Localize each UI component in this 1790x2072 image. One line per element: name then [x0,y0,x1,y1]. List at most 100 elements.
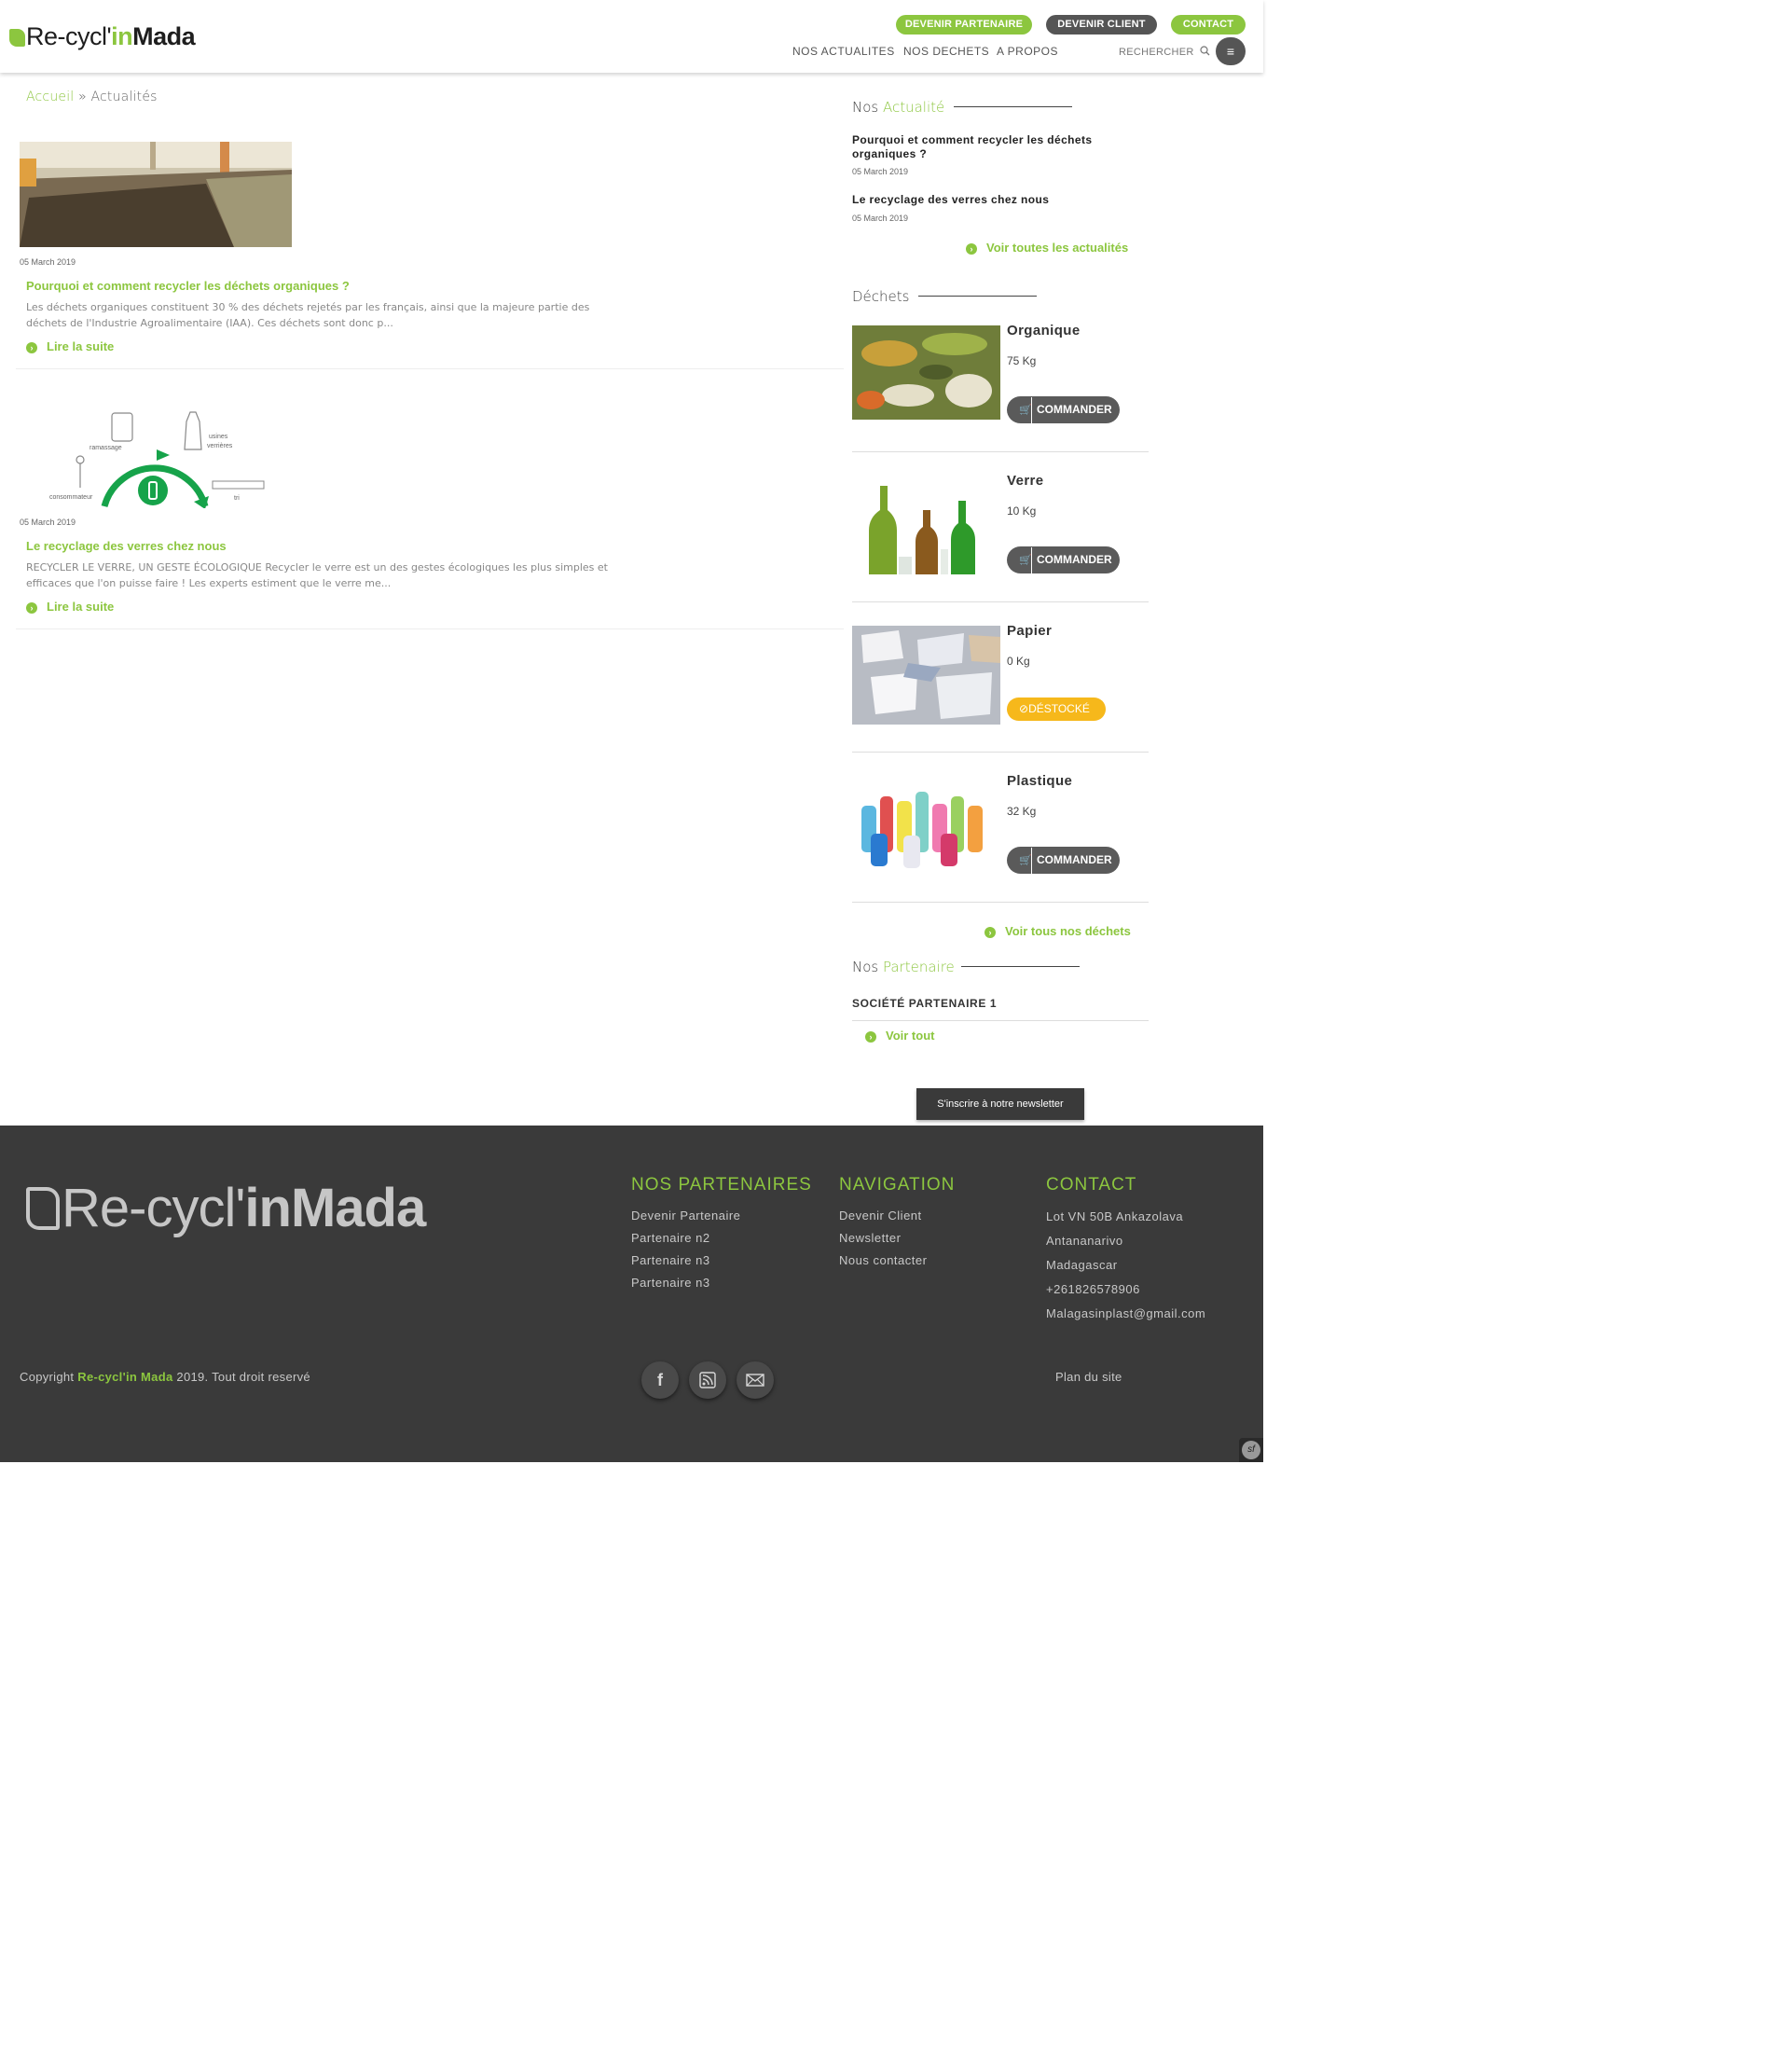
circle-arrow-right-icon: › [966,243,977,255]
facebook-button[interactable]: f [641,1361,679,1399]
all-waste-label: Voir tous nos déchets [1005,924,1131,938]
heading-prefix: Nos [852,959,883,975]
waste-divider [852,451,1149,452]
order-button[interactable]: 🛒 COMMANDER [1007,396,1120,424]
all-news-link[interactable]: › Voir toutes les actualités [966,241,1128,255]
footer-logo[interactable]: Re-cycl'inMada [26,1177,426,1239]
footer-link[interactable]: Partenaire n3 [631,1253,710,1267]
search-label: RECHERCHER [1119,47,1194,58]
sidebar-news-date: 05 March 2019 [852,214,909,223]
waste-quantity: 32 Kg [1007,805,1037,818]
nav-about[interactable]: A PROPOS [997,45,1058,58]
footer-link[interactable]: Partenaire n2 [631,1231,710,1245]
article-excerpt: Les déchets organiques constituent 30 % … [26,301,590,329]
sidebar-waste-heading: Déchets [852,288,910,305]
order-button[interactable]: 🛒 COMMANDER [1007,546,1120,574]
diagram-label-usines: usines [209,434,228,440]
out-of-stock-badge: ⊘DÉSTOCKÉ [1007,698,1106,721]
article-title[interactable]: Pourquoi et comment recycler les déchets… [26,279,350,293]
become-partner-button[interactable]: DEVENIR PARTENAIRE [896,15,1032,35]
order-button[interactable]: 🛒 COMMANDER [1007,847,1120,875]
waste-name[interactable]: Verre [1007,473,1044,489]
footer-link[interactable]: Devenir Client [839,1209,922,1222]
ban-icon: ⊘ [1019,702,1029,715]
circle-arrow-right-icon: › [984,927,996,938]
newsletter-button[interactable]: S'inscrire à notre newsletter [916,1088,1084,1120]
debug-toolbar-toggle[interactable]: sf [1239,1438,1263,1462]
hamburger-icon: ≡ [1226,44,1235,59]
waste-divider [852,752,1149,753]
cart-icon: 🛒 [1019,397,1032,424]
waste-name[interactable]: Organique [1007,323,1081,338]
footer-partners-heading: NOS PARTENAIRES [631,1175,812,1195]
contact-phone[interactable]: +261826578906 [1046,1282,1140,1296]
search-button[interactable]: RECHERCHER [1119,46,1210,58]
copyright: Copyright Re-cycl'in Mada 2019. Tout dro… [20,1370,310,1384]
become-client-button[interactable]: DEVENIR CLIENT [1046,15,1157,35]
order-label: COMMANDER [1037,403,1112,416]
nav-waste[interactable]: NOS DECHETS [903,45,989,58]
logo-text-part2: in [111,22,133,50]
copyright-prefix: Copyright [20,1370,78,1384]
cart-icon: 🛒 [1019,848,1032,875]
read-more-link[interactable]: › Lire la suite [26,600,114,614]
waste-quantity: 75 Kg [1007,354,1037,367]
heading-rule [961,966,1080,967]
read-more-link[interactable]: › Lire la suite [26,339,114,353]
article-date: 05 March 2019 [20,518,76,527]
cart-icon: 🛒 [1019,547,1032,574]
waste-divider [852,902,1149,903]
facebook-icon: f [657,1371,663,1389]
all-partners-link[interactable]: › Voir tout [865,1029,934,1043]
sidebar-partner-heading: Nos Partenaire [852,959,955,975]
diagram-label-tri: tri [234,495,240,502]
rss-icon [699,1372,716,1388]
footer-logo-part2: inMada [244,1178,426,1238]
menu-button[interactable]: ≡ [1216,37,1246,65]
footer-contact-heading: CONTACT [1046,1175,1137,1195]
footer-link[interactable]: Newsletter [839,1231,901,1245]
diagram-label-ramassage: ramassage [90,445,122,451]
partner-name[interactable]: SOCIÉTÉ PARTENAIRE 1 [852,997,997,1010]
circle-arrow-right-icon: › [26,342,37,353]
footer-navigation-heading: NAVIGATION [839,1175,956,1195]
all-news-label: Voir toutes les actualités [986,241,1129,255]
sidebar-news-title[interactable]: Le recyclage des verres chez nous [852,193,1132,207]
rss-button[interactable] [689,1361,726,1399]
article-divider [16,368,844,369]
site-logo[interactable]: Re-cycl'inMada [9,22,196,51]
waste-divider [852,601,1149,602]
waste-image-organic[interactable] [852,325,1000,420]
all-waste-link[interactable]: › Voir tous nos déchets [984,924,1131,938]
waste-name[interactable]: Plastique [1007,773,1072,789]
mail-button[interactable] [737,1361,774,1399]
breadcrumb-home-link[interactable]: Accueil [26,90,74,104]
contact-address: Lot VN 50B Ankazolava [1046,1209,1184,1223]
footer-link[interactable]: Devenir Partenaire [631,1209,740,1222]
heading-prefix: Nos [852,99,883,116]
sidebar-news-title[interactable]: Pourquoi et comment recycler les déchets… [852,133,1132,161]
waste-image-plastic[interactable] [852,778,1000,875]
nav-news[interactable]: NOS ACTUALITES [792,45,895,58]
article-excerpt: RECYCLER LE VERRE, UN GESTE ÉCOLOGIQUE R… [26,561,608,589]
copyright-suffix: 2019. Tout droit reservé [172,1370,310,1384]
diagram-label-verrieres: verrières [207,443,233,449]
heading-rule [954,106,1072,107]
leaf-logo-icon [9,29,25,47]
contact-email[interactable]: Malagasinplast@gmail.com [1046,1306,1205,1320]
waste-image-glass[interactable] [852,475,1000,574]
contact-button[interactable]: CONTACT [1171,15,1246,35]
article-title[interactable]: Le recyclage des verres chez nous [26,539,227,553]
circle-arrow-right-icon: › [26,602,37,614]
article-image-compost[interactable] [20,142,292,247]
waste-name[interactable]: Papier [1007,623,1052,639]
article-image-glass-cycle[interactable]: ramassage usines verrières consommateur … [47,408,268,508]
leaf-logo-icon [26,1187,60,1230]
footer-link[interactable]: Nous contacter [839,1253,927,1267]
logo-text-part1: Re-cycl' [26,22,112,50]
footer-link[interactable]: Partenaire n3 [631,1276,710,1290]
waste-quantity: 10 Kg [1007,504,1037,518]
sitemap-link[interactable]: Plan du site [1055,1370,1122,1384]
waste-quantity: 0 Kg [1007,655,1030,668]
waste-image-paper[interactable] [852,626,1000,725]
